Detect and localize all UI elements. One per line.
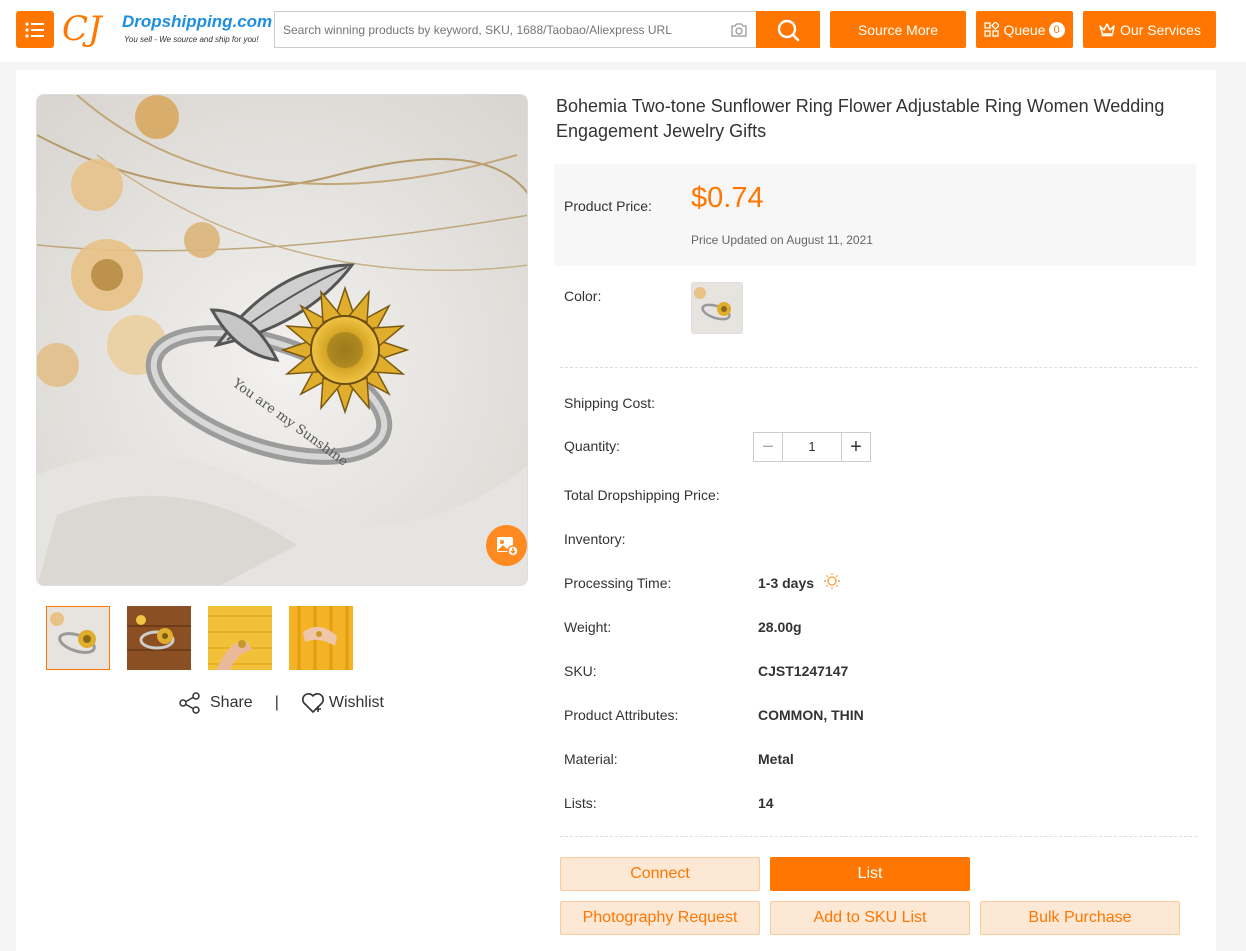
- add-to-sku-list-button[interactable]: Add to SKU List: [770, 901, 970, 935]
- material-label: Material:: [564, 751, 618, 767]
- lists-value: 14: [758, 795, 774, 811]
- list-button[interactable]: List: [770, 857, 970, 891]
- quantity-stepper: − 1 +: [753, 432, 871, 462]
- color-option[interactable]: [691, 282, 743, 334]
- search-input[interactable]: [283, 12, 723, 47]
- processing-time-label: Processing Time:: [564, 575, 672, 591]
- price-box: Product Price: $0.74 Price Updated on Au…: [554, 164, 1196, 266]
- color-label: Color:: [564, 288, 602, 304]
- thumbnail-4[interactable]: [289, 606, 353, 670]
- our-services-button[interactable]: Our Services: [1083, 11, 1216, 48]
- product-detail-panel: You are my Sunshine Share | Wishlist Boh…: [16, 70, 1216, 951]
- ring-hand-yellow-thumb: [208, 606, 272, 670]
- sunflower-ring-thumb: [47, 607, 109, 669]
- bulk-purchase-label: Bulk Purchase: [1028, 909, 1132, 926]
- share-separator: |: [274, 694, 279, 711]
- thumbnail-3[interactable]: [208, 606, 272, 670]
- sku-value: CJST1247147: [758, 663, 849, 679]
- our-services-label: Our Services: [1120, 21, 1201, 38]
- divider-bottom: [560, 836, 1197, 837]
- share-link[interactable]: Share: [210, 694, 253, 712]
- processing-time-value: 1-3 days: [758, 575, 815, 591]
- photography-request-label: Photography Request: [582, 909, 738, 926]
- list-label: List: [857, 865, 883, 882]
- thumbnail-1[interactable]: [46, 606, 110, 670]
- queue-button[interactable]: Queue 0: [976, 11, 1073, 48]
- weight-label: Weight:: [564, 619, 612, 635]
- crown-icon: [1099, 23, 1115, 37]
- quantity-decrease-button[interactable]: −: [754, 433, 783, 461]
- total-price-label: Total Dropshipping Price:: [564, 487, 720, 503]
- ring-on-wood-thumb: [127, 606, 191, 670]
- product-attributes-value: COMMON, THIN: [758, 707, 864, 723]
- logo-tagline: You sell - We source and ship for you!: [124, 35, 259, 44]
- source-more-button[interactable]: Source More: [830, 11, 966, 48]
- header: CJ Dropshipping.com You sell - We source…: [0, 0, 1246, 62]
- quantity-input[interactable]: 1: [783, 433, 841, 461]
- image-download-icon[interactable]: [486, 525, 527, 566]
- quantity-increase-button[interactable]: +: [841, 433, 870, 461]
- photography-request-button[interactable]: Photography Request: [560, 901, 760, 935]
- wishlist-link[interactable]: Wishlist: [329, 694, 384, 712]
- share-icon[interactable]: [178, 691, 202, 715]
- connect-button[interactable]: Connect: [560, 857, 760, 891]
- source-more-label: Source More: [857, 21, 939, 38]
- color-variant-thumb: [692, 283, 742, 333]
- queue-label: Queue: [1003, 21, 1046, 38]
- product-title: Bohemia Two-tone Sunflower Ring Flower A…: [556, 96, 1165, 141]
- quantity-label: Quantity:: [564, 438, 621, 454]
- weight-value: 28.00g: [758, 619, 802, 635]
- queue-count-badge: 0: [1048, 21, 1065, 38]
- share-wishlist-row: Share | Wishlist: [178, 690, 384, 716]
- connect-label: Connect: [630, 865, 690, 882]
- lists-label: Lists:: [564, 795, 597, 811]
- search-icon: [777, 19, 800, 41]
- sku-label: SKU:: [564, 663, 597, 679]
- material-value: Metal: [758, 751, 794, 767]
- list-menu-icon: [25, 21, 44, 38]
- heart-plus-icon[interactable]: [301, 692, 325, 714]
- thumbnail-2[interactable]: [127, 606, 191, 670]
- add-to-sku-list-label: Add to SKU List: [813, 909, 927, 926]
- ring-hand-dress-thumb: [289, 606, 353, 670]
- camera-icon[interactable]: [730, 22, 748, 38]
- price-updated-date: Price Updated on August 11, 2021: [691, 233, 873, 247]
- sunflower-ring-image: You are my Sunshine: [37, 95, 527, 585]
- main-product-image[interactable]: You are my Sunshine: [36, 94, 528, 586]
- lightbulb-icon[interactable]: [823, 572, 841, 590]
- menu-button[interactable]: [16, 11, 54, 48]
- price-label: Product Price:: [564, 198, 652, 214]
- shipping-cost-label: Shipping Cost:: [564, 395, 656, 411]
- logo-mark: CJ: [62, 9, 102, 49]
- search-bar: [274, 11, 757, 48]
- divider-top: [560, 367, 1197, 368]
- search-button[interactable]: [756, 11, 820, 48]
- logo-site-name: Dropshipping.com: [122, 12, 273, 31]
- product-attributes-label: Product Attributes:: [564, 707, 679, 723]
- grid-icon: [984, 22, 1000, 37]
- cj-logo[interactable]: CJ Dropshipping.com You sell - We source…: [62, 9, 272, 51]
- product-price: $0.74: [691, 182, 764, 214]
- bulk-purchase-button[interactable]: Bulk Purchase: [980, 901, 1180, 935]
- inventory-label: Inventory:: [564, 531, 626, 547]
